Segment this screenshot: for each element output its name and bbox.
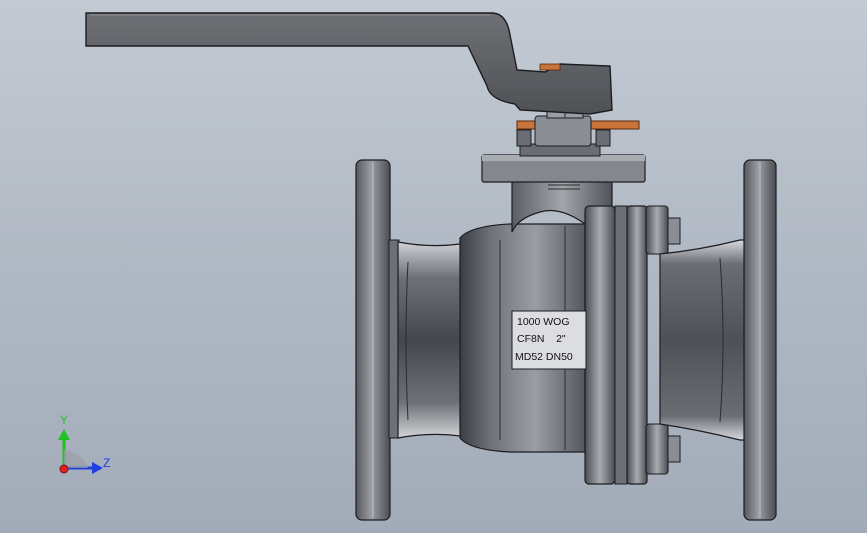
model-viewport[interactable]: 1000 WOG CF8N 2" MD52 DN50 Y Z	[0, 0, 867, 533]
y-axis-label: Y	[60, 413, 69, 427]
mounting-pad	[481, 143, 646, 183]
nameplate-line-3: MD52 DN50	[515, 351, 573, 363]
valve-handle[interactable]	[85, 12, 613, 115]
axis-triad[interactable]	[58, 429, 103, 474]
z-axis-arrow	[92, 462, 103, 474]
right-body-section	[659, 239, 747, 441]
y-axis-arrow	[58, 429, 70, 440]
ball-valve-model[interactable]	[0, 0, 867, 533]
body-flange-joint	[584, 205, 648, 485]
bottom-bolt	[645, 423, 681, 475]
z-axis-label: Z	[103, 456, 111, 470]
left-flange	[355, 159, 400, 521]
x-axis-dot	[59, 464, 69, 474]
right-flange	[743, 159, 777, 521]
top-bolt	[645, 205, 681, 255]
nameplate-line-2: CF8N 2"	[517, 333, 566, 345]
left-body-section	[397, 241, 471, 439]
nameplate-line-1: 1000 WOG	[517, 316, 570, 328]
axis-plane-shading	[64, 450, 88, 468]
